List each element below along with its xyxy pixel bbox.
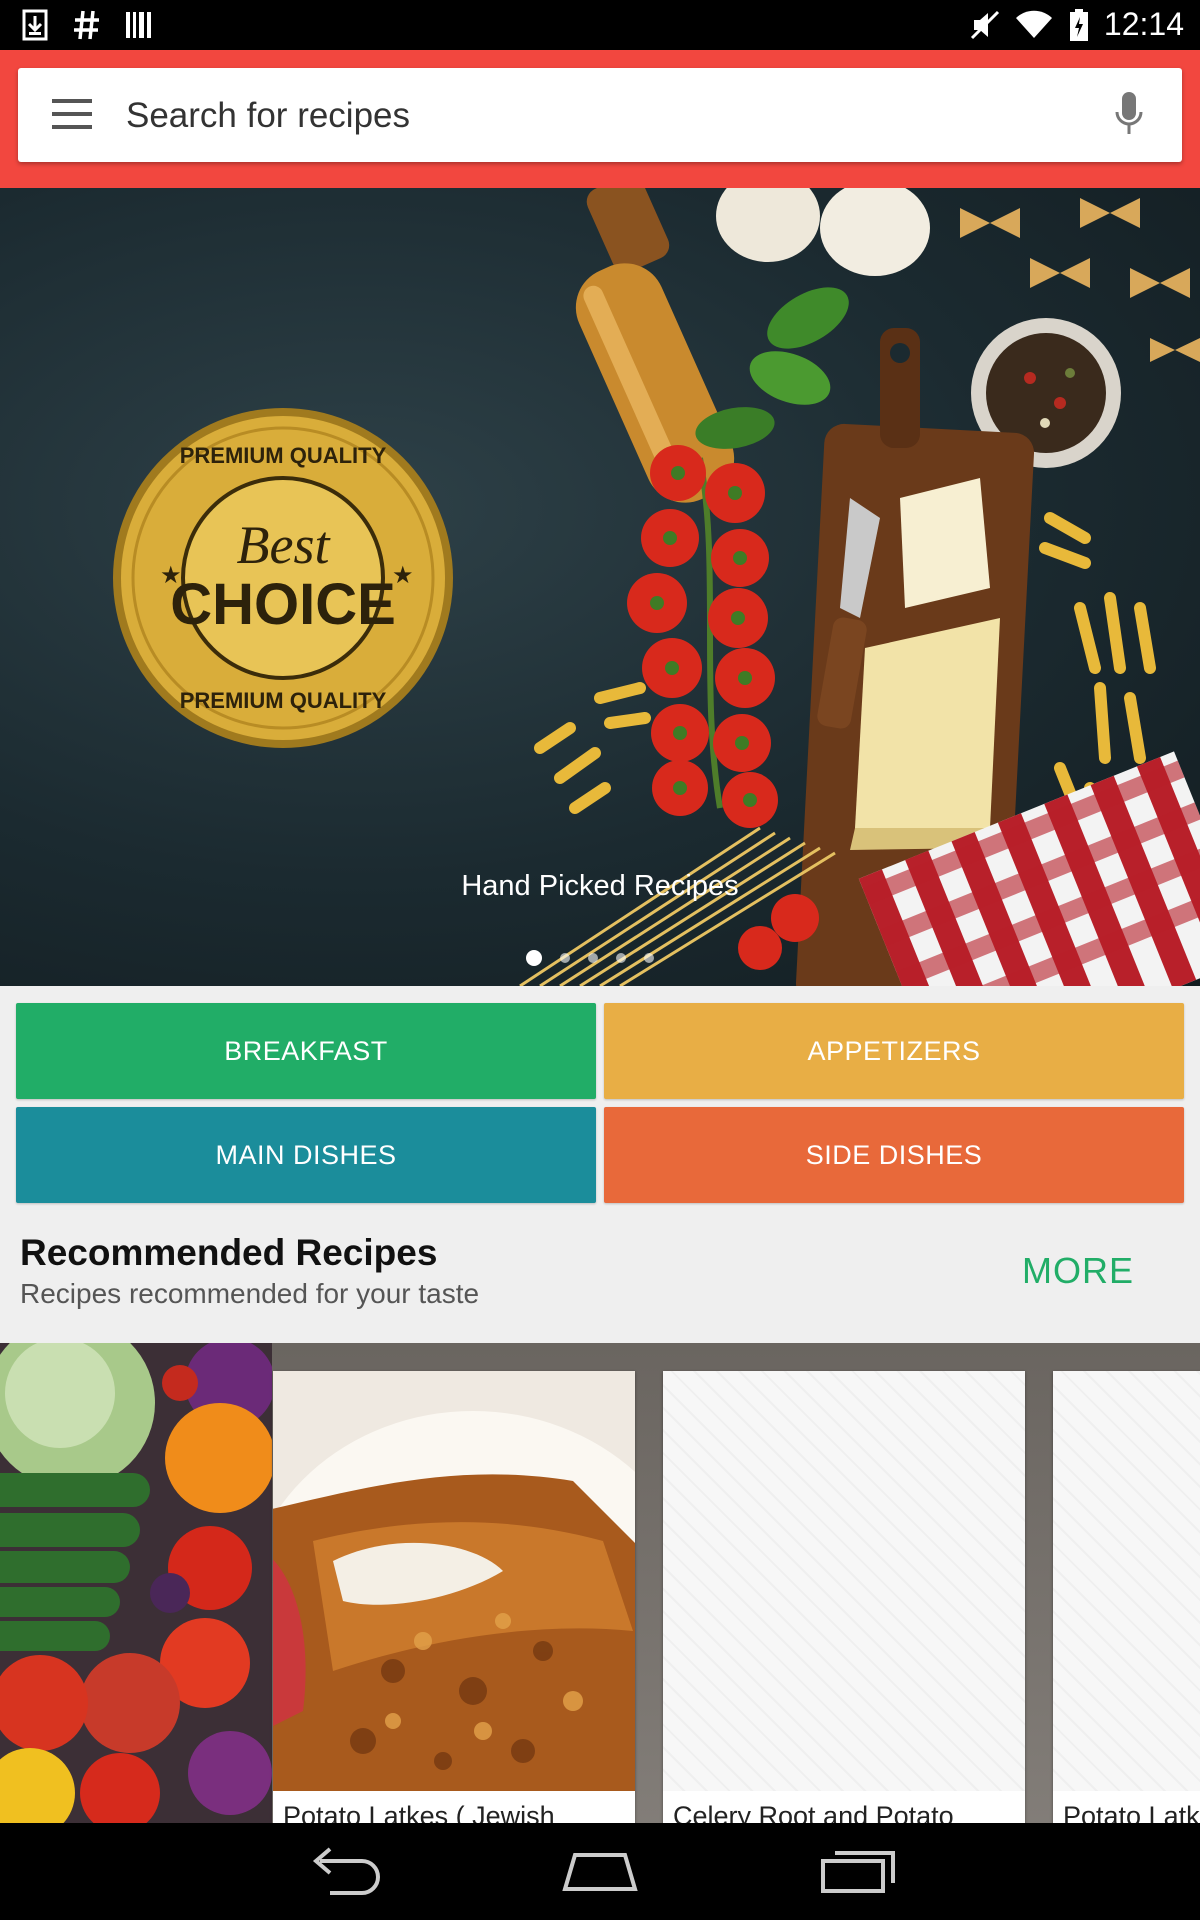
category-appetizers-button[interactable]: APPETIZERS — [604, 1003, 1184, 1099]
category-main-dishes-button[interactable]: MAIN DISHES — [16, 1107, 596, 1203]
microphone-icon[interactable] — [1114, 90, 1144, 138]
section-subtitle: Recipes recommended for your taste — [20, 1278, 480, 1309]
carousel-dot[interactable] — [588, 953, 598, 963]
recipe-thumbnail — [273, 1371, 635, 1791]
category-breakfast-button[interactable]: BREAKFAST — [16, 1003, 596, 1099]
recipe-card[interactable]: Potato Latk — [1053, 1371, 1200, 1823]
status-bar: 12:14 — [0, 0, 1200, 50]
carousel-dot[interactable] — [526, 950, 542, 966]
recipe-card[interactable]: Celery Root and Potato — [663, 1371, 1025, 1823]
badge-main-text: CHOICE — [170, 572, 396, 637]
badge-script-text: Best — [237, 515, 332, 575]
vegetables-image — [0, 1343, 272, 1823]
carousel-dot[interactable] — [616, 953, 626, 963]
menu-icon[interactable] — [52, 96, 92, 132]
recents-icon[interactable] — [815, 1845, 905, 1897]
best-choice-badge: ★ ★ PREMIUM QUALITY Best CHOICE PREMIUM … — [113, 408, 453, 748]
recipe-name: Potato Latk — [1063, 1801, 1200, 1823]
wifi-icon — [1014, 8, 1054, 42]
more-button[interactable]: MORE — [1022, 1250, 1134, 1292]
recommended-carousel[interactable]: Potato Latkes ( Jewish Celery Root and P… — [0, 1343, 1200, 1823]
carousel-dot[interactable] — [560, 953, 570, 963]
section-title: Recommended Recipes — [20, 1232, 438, 1273]
recipe-placeholder-image — [663, 1371, 1025, 1791]
recipe-name: Celery Root and Potato — [673, 1801, 954, 1823]
carousel-dot[interactable] — [644, 953, 654, 963]
recipe-placeholder-image — [1053, 1371, 1200, 1791]
recipe-card[interactable]: Potato Latkes ( Jewish — [273, 1371, 635, 1823]
home-icon[interactable] — [555, 1845, 645, 1897]
hash-icon — [72, 8, 102, 42]
battery-icon — [1068, 8, 1090, 42]
search-box[interactable] — [18, 68, 1182, 162]
back-icon[interactable] — [300, 1845, 390, 1897]
hero-carousel[interactable]: ★ ★ PREMIUM QUALITY Best CHOICE PREMIUM … — [0, 188, 1200, 986]
download-icon — [20, 8, 50, 42]
badge-top-text: PREMIUM QUALITY — [180, 443, 387, 468]
category-side-dishes-button[interactable]: SIDE DISHES — [604, 1107, 1184, 1203]
hero-caption: Hand Picked Recipes — [461, 870, 739, 902]
clock: 12:14 — [1103, 6, 1184, 42]
app-bar — [0, 50, 1200, 188]
badge-bottom-text: PREMIUM QUALITY — [180, 688, 387, 713]
carousel-indicator[interactable] — [526, 950, 654, 966]
search-input[interactable] — [124, 90, 1028, 142]
recipe-name: Potato Latkes ( Jewish — [283, 1801, 555, 1823]
mute-icon — [970, 8, 1000, 42]
navigation-bar — [0, 1823, 1200, 1920]
hero-image: ★ ★ PREMIUM QUALITY Best CHOICE PREMIUM … — [113, 188, 1200, 986]
barcode-icon — [124, 8, 154, 42]
